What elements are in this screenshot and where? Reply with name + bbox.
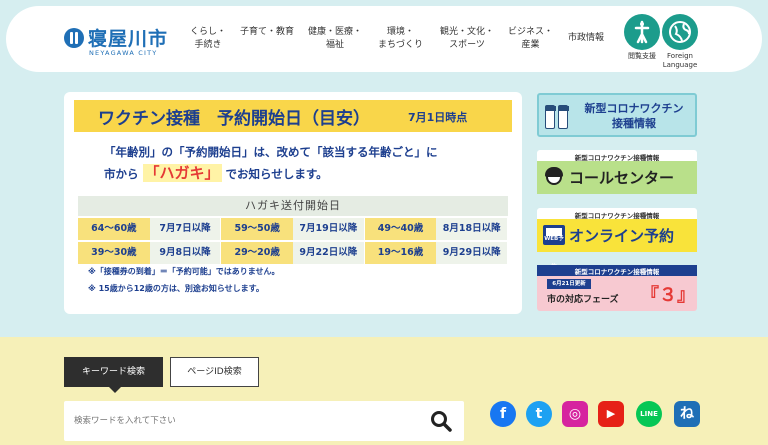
instagram-icon[interactable]: ◎ — [562, 401, 588, 427]
hagaki-emphasis: 「ハガキ」 — [142, 164, 222, 182]
call-center-banner[interactable]: 新型コロナワクチン接種情報 コールセンター — [537, 150, 697, 194]
phase-banner[interactable]: 新型コロナワクチン接種情報 6月21日更新 市の対応フェーズ 『３』 — [537, 265, 697, 311]
logo-subtext: NEYAGAWA CITY — [89, 49, 158, 57]
site-header: 寝屋川市 NEYAGAWA CITY くらし・ 手続き 子育て・教育 健康・医療… — [6, 6, 762, 72]
search-input[interactable] — [74, 401, 414, 441]
accessibility-icon — [634, 20, 650, 44]
nav-business[interactable]: ビジネス・ 産業 — [508, 26, 553, 52]
online-reservation-text: オンライン予約 — [569, 227, 675, 245]
table-header: ハガキ送付開始日 — [78, 196, 508, 216]
age-cell: 29～20歳 — [221, 242, 294, 264]
search-button[interactable] — [430, 410, 452, 432]
nav-living[interactable]: くらし・ 手続き — [190, 26, 226, 52]
date-cell: 9月22日以降 — [293, 242, 364, 264]
phase-banner-top: 新型コロナワクチン接種情報 — [537, 265, 697, 276]
vaccine-notice-panel[interactable]: ワクチン接種 予約開始日（目安） 7月1日時点 「年齢別」の「予約開始日」は、改… — [64, 92, 522, 314]
call-center-text: コールセンター — [569, 169, 675, 187]
date-cell: 7月7日以降 — [149, 218, 221, 240]
accessibility-button[interactable] — [624, 14, 660, 50]
operator-icon — [543, 165, 565, 189]
nav-city-info[interactable]: 市政情報 — [568, 32, 604, 45]
logo-text: 寝屋川市 — [88, 28, 169, 50]
age-cell: 59～50歳 — [221, 218, 294, 240]
age-cell: 64～60歳 — [78, 218, 150, 240]
date-cell: 7月19日以降 — [293, 218, 364, 240]
notice-title: ワクチン接種 予約開始日（目安） — [98, 109, 370, 129]
nav-environment[interactable]: 環境・ まちづくり — [378, 26, 423, 52]
search-icon — [431, 411, 452, 432]
note-2: ※ 15歳から12歳の方は、別途お知らせします。 — [88, 284, 264, 293]
table-row: 39～30歳 9月8日以降 29～20歳 9月22日以降 19～16歳 9月29… — [78, 242, 508, 264]
note-1: ※「接種券の到着」＝「予約可能」ではありません。 — [88, 267, 280, 276]
line-icon[interactable]: LINE — [636, 401, 662, 427]
notice-line-2-post: でお知らせします。 — [225, 167, 328, 181]
online-reservation-body: WEB予約 オンライン予約 — [537, 219, 697, 270]
notice-line-1: 「年齢別」の「予約開始日」は、改めて「該当する年齢ごと」に — [104, 145, 438, 159]
search-box — [64, 401, 464, 441]
neyagawa-app-icon[interactable]: ね — [674, 401, 700, 427]
tab-pageid-search[interactable]: ページID検索 — [170, 357, 259, 387]
language-label: Foreign Language — [662, 52, 698, 69]
phase-text: 市の対応フェーズ — [547, 295, 619, 305]
twitter-icon[interactable]: t — [526, 401, 552, 427]
age-cell: 49～40歳 — [364, 218, 437, 240]
nav-childcare[interactable]: 子育て・教育 — [240, 26, 294, 39]
schedule-table: ハガキ送付開始日 64～60歳 7月7日以降 59～50歳 7月19日以降 49… — [78, 196, 508, 264]
city-emblem-icon — [64, 28, 84, 48]
site-logo[interactable]: 寝屋川市 NEYAGAWA CITY — [64, 24, 176, 60]
call-center-body: コールセンター — [537, 161, 697, 194]
banner-small-label: 新型コロナワクチン接種情報 — [574, 268, 660, 276]
tab-keyword-search[interactable]: キーワード検索 — [64, 357, 163, 393]
youtube-icon[interactable]: ▶ — [598, 401, 624, 427]
vaccine-info-banner[interactable]: 新型コロナワクチン 接種情報 — [537, 93, 697, 137]
online-reservation-banner[interactable]: 新型コロナワクチン接種情報 WEB予約 オンライン予約 — [537, 208, 697, 270]
date-cell: 9月8日以降 — [149, 242, 221, 264]
vaccine-vial-icon — [545, 101, 571, 131]
notice-title-bar: ワクチン接種 予約開始日（目安） 7月1日時点 — [74, 100, 512, 132]
search-section: キーワード検索 ページID検索 f t ◎ ▶ LINE ね — [0, 337, 768, 445]
nav-health[interactable]: 健康・医療・ 福祉 — [308, 26, 362, 52]
notice-line-2-pre: 市から — [104, 167, 139, 181]
age-cell: 19～16歳 — [364, 242, 437, 264]
notice-title-date: 7月1日時点 — [408, 111, 468, 124]
accessibility-label: 閲覧支援 — [628, 52, 656, 60]
phase-number: 『３』 — [641, 285, 695, 306]
web-reservation-icon: WEB予約 — [543, 225, 565, 270]
vaccine-info-text: 新型コロナワクチン 接種情報 — [584, 102, 684, 130]
globe-icon — [669, 21, 691, 43]
update-badge: 6月21日更新 — [547, 279, 591, 289]
date-cell: 8月18日以降 — [436, 218, 508, 240]
facebook-icon[interactable]: f — [490, 401, 516, 427]
date-cell: 9月29日以降 — [436, 242, 508, 264]
nav-tourism[interactable]: 観光・文化・ スポーツ — [440, 26, 494, 52]
notice-line-2: 市から 「ハガキ」 でお知らせします。 — [104, 162, 328, 183]
age-cell: 39～30歳 — [78, 242, 150, 264]
table-row: 64～60歳 7月7日以降 59～50歳 7月19日以降 49～40歳 8月18… — [78, 218, 508, 240]
language-button[interactable] — [662, 14, 698, 50]
